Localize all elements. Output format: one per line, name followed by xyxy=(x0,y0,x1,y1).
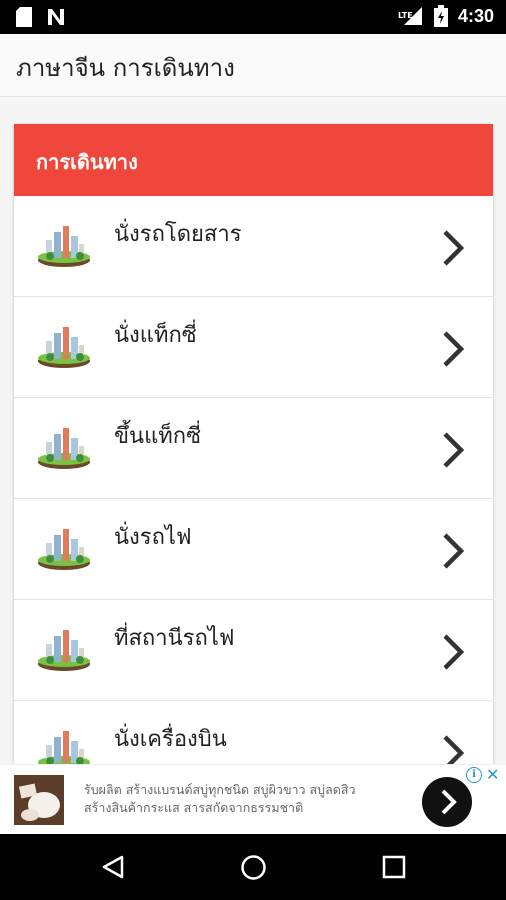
chevron-right-icon xyxy=(443,735,465,764)
city-illustration-icon xyxy=(38,428,90,469)
city-illustration-icon xyxy=(38,630,90,671)
list-item-label: ขึ้นแท็กซี่ xyxy=(114,424,202,449)
card-header: การเดินทาง xyxy=(14,124,493,196)
ad-info-icon[interactable]: i xyxy=(466,767,482,783)
ad-banner[interactable]: รับผลิต สร้างแบรนด์สบู่ทุกชนิด สบู่ผิวขา… xyxy=(0,764,506,835)
ad-close-icon[interactable]: ✕ xyxy=(486,765,499,784)
list-item-label: นั่งแท็กซี่ xyxy=(114,323,197,348)
chevron-right-icon xyxy=(443,230,465,266)
ad-text[interactable]: รับผลิต สร้างแบรนด์สบู่ทุกชนิด สบู่ผิวขา… xyxy=(84,781,404,817)
list-item-label: ที่สถานีรถไฟ xyxy=(114,626,235,651)
category-card: การเดินทาง นั่งรถโดยสาร นั่งแท็กซี่ ขึ้น… xyxy=(14,124,493,764)
chevron-right-icon xyxy=(443,331,465,367)
list-item[interactable]: นั่งรถไฟ xyxy=(14,499,493,600)
ad-open-button[interactable] xyxy=(422,777,472,827)
list-item[interactable]: ขึ้นแท็กซี่ xyxy=(14,398,493,499)
list-item-label: นั่งรถโดยสาร xyxy=(114,222,242,247)
status-time: 4:30 xyxy=(457,5,494,26)
back-icon[interactable] xyxy=(100,854,126,880)
navigation-bar xyxy=(0,834,506,900)
status-bar: LTE 4:30 xyxy=(0,0,506,34)
ad-thumbnail[interactable] xyxy=(14,775,64,825)
list-item[interactable]: นั่งแท็กซี่ xyxy=(14,297,493,398)
n-notification-icon xyxy=(48,9,64,25)
lte-signal-icon: LTE xyxy=(398,5,424,27)
city-illustration-icon xyxy=(38,731,90,764)
page-title: ภาษาจีน การเดินทาง xyxy=(16,54,235,82)
city-illustration-icon xyxy=(38,327,90,368)
ad-text-line1: รับผลิต สร้างแบรนด์สบู่ทุกชนิด สบู่ผิวขา… xyxy=(84,782,356,797)
chevron-right-icon xyxy=(441,789,457,815)
chevron-right-icon xyxy=(443,533,465,569)
list-item[interactable]: นั่งรถโดยสาร xyxy=(14,196,493,297)
list-item[interactable]: นั่งเครื่องบิน xyxy=(14,701,493,764)
chevron-right-icon xyxy=(443,634,465,670)
list-item-label: นั่งเครื่องบิน xyxy=(114,727,227,752)
sd-card-icon xyxy=(16,7,32,27)
recents-icon[interactable] xyxy=(382,855,406,879)
card-header-title: การเดินทาง xyxy=(36,150,138,174)
city-illustration-icon xyxy=(38,529,90,570)
list-item[interactable]: ที่สถานีรถไฟ xyxy=(14,600,493,701)
app-bar: ภาษาจีน การเดินทาง xyxy=(0,34,506,97)
battery-charging-icon xyxy=(433,5,448,27)
ad-text-line2: สร้างสินค้ากระแส สารสกัดจากธรรมชาติ xyxy=(84,800,304,815)
home-icon[interactable] xyxy=(240,854,267,881)
chevron-right-icon xyxy=(443,432,465,468)
list-item-label: นั่งรถไฟ xyxy=(114,525,192,550)
city-illustration-icon xyxy=(38,226,90,267)
